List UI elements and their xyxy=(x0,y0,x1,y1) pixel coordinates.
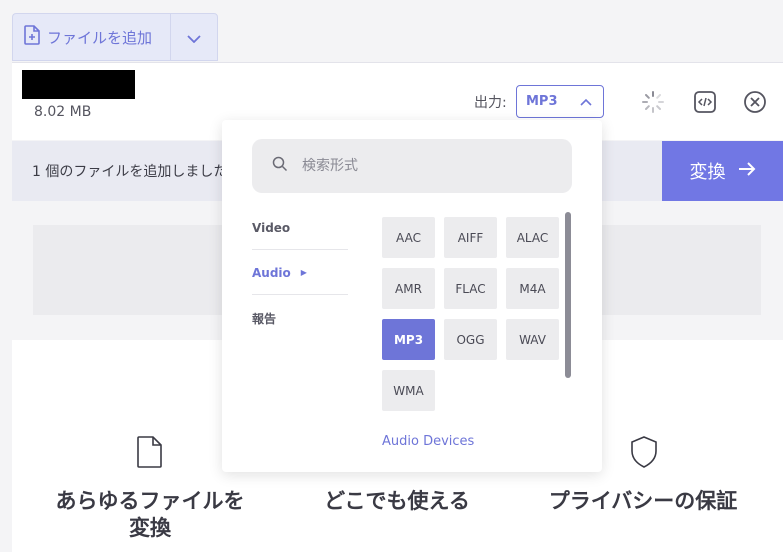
category-audio[interactable]: Audio ▶ xyxy=(252,251,348,295)
category-label: Audio xyxy=(252,265,291,280)
format-alac[interactable]: ALAC xyxy=(506,217,559,258)
file-size: 8.02 MB xyxy=(34,104,92,120)
format-search xyxy=(252,139,572,193)
format-aiff[interactable]: AIFF xyxy=(444,217,497,258)
convert-label: 変換 xyxy=(689,162,726,183)
output-format-select[interactable]: MP3 xyxy=(516,85,604,118)
convert-button[interactable]: 変換 xyxy=(662,141,783,201)
chevron-down-icon xyxy=(187,28,201,47)
format-wma[interactable]: WMA xyxy=(382,370,435,411)
redacted-file-name xyxy=(22,70,135,99)
format-ogg[interactable]: OGG xyxy=(444,319,497,360)
category-report[interactable]: 報告 xyxy=(252,296,348,340)
add-file-menu-button[interactable] xyxy=(170,13,218,61)
category-video[interactable]: Video xyxy=(252,206,348,250)
code-settings-icon[interactable] xyxy=(692,89,718,115)
format-mp3[interactable]: MP3 xyxy=(382,319,435,360)
category-label: 報告 xyxy=(252,311,277,326)
arrow-right-icon xyxy=(738,161,756,182)
search-icon xyxy=(272,156,288,176)
scrollbar[interactable] xyxy=(565,212,571,378)
add-file-label: ファイルを追加 xyxy=(47,28,153,47)
audio-devices-link[interactable]: Audio Devices xyxy=(382,434,474,449)
shield-icon xyxy=(630,436,658,472)
format-wav[interactable]: WAV xyxy=(506,319,559,360)
feature-title-convert: あらゆるファイルを 変換 xyxy=(55,489,245,540)
format-flac[interactable]: FLAC xyxy=(444,268,497,309)
chevron-up-icon xyxy=(579,95,593,114)
output-format-value: MP3 xyxy=(526,94,558,109)
status-message: 1 個のファイルを追加しました xyxy=(32,164,228,180)
category-label: Video xyxy=(252,220,291,235)
caret-right-icon: ▶ xyxy=(300,268,307,277)
search-input[interactable] xyxy=(300,157,544,175)
output-label: 出力: xyxy=(474,95,507,111)
file-plus-icon xyxy=(23,25,41,49)
format-m4a[interactable]: M4A xyxy=(506,268,559,309)
format-dropdown: Video Audio ▶ 報告 AAC AIFF ALAC AMR FLAC … xyxy=(222,120,602,472)
close-icon[interactable] xyxy=(742,89,768,115)
format-amr[interactable]: AMR xyxy=(382,268,435,309)
add-file-button[interactable]: ファイルを追加 xyxy=(12,13,170,61)
feature-title-anywhere: どこでも使える xyxy=(324,489,470,513)
file-icon xyxy=(136,436,164,472)
format-aac[interactable]: AAC xyxy=(382,217,435,258)
feature-title-privacy: プライバシーの保証 xyxy=(548,489,738,513)
loading-spinner-icon xyxy=(640,89,666,115)
